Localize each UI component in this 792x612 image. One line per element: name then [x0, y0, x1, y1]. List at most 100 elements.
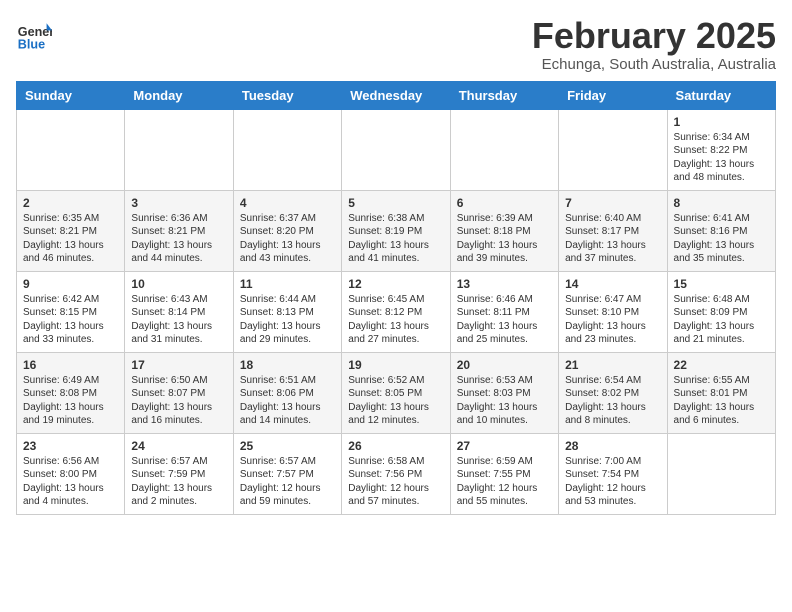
week-row-3: 9 Sunrise: 6:42 AM Sunset: 8:15 PM Daylig…: [17, 271, 776, 352]
day-number: 16: [23, 358, 118, 372]
day-number: 28: [565, 439, 660, 453]
weekday-header-thursday: Thursday: [450, 81, 558, 109]
day-cell: 28 Sunrise: 7:00 AM Sunset: 7:54 PM Dayli…: [559, 433, 667, 514]
day-info: Sunrise: 7:00 AM Sunset: 7:54 PM Dayligh…: [565, 455, 660, 509]
week-row-2: 2 Sunrise: 6:35 AM Sunset: 8:21 PM Daylig…: [17, 190, 776, 271]
week-row-1: 1 Sunrise: 6:34 AM Sunset: 8:22 PM Daylig…: [17, 109, 776, 190]
day-info: Sunrise: 6:45 AM Sunset: 8:12 PM Dayligh…: [348, 293, 443, 347]
weekday-header-row: SundayMondayTuesdayWednesdayThursdayFrid…: [17, 81, 776, 109]
day-info: Sunrise: 6:36 AM Sunset: 8:21 PM Dayligh…: [131, 212, 226, 266]
day-info: Sunrise: 6:34 AM Sunset: 8:22 PM Dayligh…: [674, 131, 769, 185]
day-cell: 18 Sunrise: 6:51 AM Sunset: 8:06 PM Dayli…: [233, 352, 341, 433]
day-number: 27: [457, 439, 552, 453]
day-cell: [559, 109, 667, 190]
day-number: 13: [457, 277, 552, 291]
weekday-header-sunday: Sunday: [17, 81, 125, 109]
day-number: 6: [457, 196, 552, 210]
day-number: 20: [457, 358, 552, 372]
day-cell: 21 Sunrise: 6:54 AM Sunset: 8:02 PM Dayli…: [559, 352, 667, 433]
day-cell: 8Sunrise: 6:41 AM Sunset: 8:16 PM Daylig…: [667, 190, 775, 271]
day-cell: 6 Sunrise: 6:39 AM Sunset: 8:18 PM Daylig…: [450, 190, 558, 271]
day-number: 5: [348, 196, 443, 210]
day-cell: 12 Sunrise: 6:45 AM Sunset: 8:12 PM Dayli…: [342, 271, 450, 352]
day-number: 19: [348, 358, 443, 372]
day-number: 9: [23, 277, 118, 291]
day-info: Sunrise: 6:44 AM Sunset: 8:13 PM Dayligh…: [240, 293, 335, 347]
day-cell: 23 Sunrise: 6:56 AM Sunset: 8:00 PM Dayli…: [17, 433, 125, 514]
day-info: Sunrise: 6:54 AM Sunset: 8:02 PM Dayligh…: [565, 374, 660, 428]
day-info: Sunrise: 6:51 AM Sunset: 8:06 PM Dayligh…: [240, 374, 335, 428]
day-info: Sunrise: 6:53 AM Sunset: 8:03 PM Dayligh…: [457, 374, 552, 428]
day-number: 10: [131, 277, 226, 291]
day-cell: [450, 109, 558, 190]
calendar-table: SundayMondayTuesdayWednesdayThursdayFrid…: [16, 81, 776, 515]
location: Echunga, South Australia, Australia: [532, 56, 776, 73]
month-year: February 2025: [532, 16, 776, 56]
day-cell: 16 Sunrise: 6:49 AM Sunset: 8:08 PM Dayli…: [17, 352, 125, 433]
day-info: Sunrise: 6:58 AM Sunset: 7:56 PM Dayligh…: [348, 455, 443, 509]
day-number: 25: [240, 439, 335, 453]
day-cell: 9 Sunrise: 6:42 AM Sunset: 8:15 PM Daylig…: [17, 271, 125, 352]
day-number: 21: [565, 358, 660, 372]
day-info: Sunrise: 6:47 AM Sunset: 8:10 PM Dayligh…: [565, 293, 660, 347]
day-cell: 2 Sunrise: 6:35 AM Sunset: 8:21 PM Daylig…: [17, 190, 125, 271]
day-info: Sunrise: 6:40 AM Sunset: 8:17 PM Dayligh…: [565, 212, 660, 266]
weekday-header-monday: Monday: [125, 81, 233, 109]
day-cell: 20 Sunrise: 6:53 AM Sunset: 8:03 PM Dayli…: [450, 352, 558, 433]
day-info: Sunrise: 6:41 AM Sunset: 8:16 PM Dayligh…: [674, 212, 769, 266]
day-cell: 11 Sunrise: 6:44 AM Sunset: 8:13 PM Dayli…: [233, 271, 341, 352]
day-info: Sunrise: 6:35 AM Sunset: 8:21 PM Dayligh…: [23, 212, 118, 266]
day-info: Sunrise: 6:55 AM Sunset: 8:01 PM Dayligh…: [674, 374, 769, 428]
day-cell: 13 Sunrise: 6:46 AM Sunset: 8:11 PM Dayli…: [450, 271, 558, 352]
day-cell: 15 Sunrise: 6:48 AM Sunset: 8:09 PM Dayli…: [667, 271, 775, 352]
day-number: 15: [674, 277, 769, 291]
day-info: Sunrise: 6:39 AM Sunset: 8:18 PM Dayligh…: [457, 212, 552, 266]
day-number: 23: [23, 439, 118, 453]
calendar-header: General Blue February 2025 Echunga, Sout…: [16, 16, 776, 73]
day-number: 7: [565, 196, 660, 210]
title-block: February 2025 Echunga, South Australia, …: [532, 16, 776, 73]
day-info: Sunrise: 6:48 AM Sunset: 8:09 PM Dayligh…: [674, 293, 769, 347]
day-info: Sunrise: 6:49 AM Sunset: 8:08 PM Dayligh…: [23, 374, 118, 428]
day-cell: 3 Sunrise: 6:36 AM Sunset: 8:21 PM Daylig…: [125, 190, 233, 271]
day-number: 18: [240, 358, 335, 372]
day-cell: 27Sunrise: 6:59 AM Sunset: 7:55 PM Dayli…: [450, 433, 558, 514]
day-number: 4: [240, 196, 335, 210]
day-cell: 10 Sunrise: 6:43 AM Sunset: 8:14 PM Dayli…: [125, 271, 233, 352]
day-cell: [17, 109, 125, 190]
day-number: 2: [23, 196, 118, 210]
day-info: Sunrise: 6:37 AM Sunset: 8:20 PM Dayligh…: [240, 212, 335, 266]
day-number: 11: [240, 277, 335, 291]
day-cell: 19Sunrise: 6:52 AM Sunset: 8:05 PM Dayli…: [342, 352, 450, 433]
day-cell: 7 Sunrise: 6:40 AM Sunset: 8:17 PM Daylig…: [559, 190, 667, 271]
day-cell: 22 Sunrise: 6:55 AM Sunset: 8:01 PM Dayli…: [667, 352, 775, 433]
day-cell: 5 Sunrise: 6:38 AM Sunset: 8:19 PM Daylig…: [342, 190, 450, 271]
day-number: 17: [131, 358, 226, 372]
day-cell: 26 Sunrise: 6:58 AM Sunset: 7:56 PM Dayli…: [342, 433, 450, 514]
day-number: 3: [131, 196, 226, 210]
day-info: Sunrise: 6:38 AM Sunset: 8:19 PM Dayligh…: [348, 212, 443, 266]
day-info: Sunrise: 6:57 AM Sunset: 7:59 PM Dayligh…: [131, 455, 226, 509]
day-number: 24: [131, 439, 226, 453]
logo: General Blue: [16, 16, 56, 52]
day-cell: 14Sunrise: 6:47 AM Sunset: 8:10 PM Dayli…: [559, 271, 667, 352]
day-number: 1: [674, 115, 769, 129]
weekday-header-tuesday: Tuesday: [233, 81, 341, 109]
day-info: Sunrise: 6:42 AM Sunset: 8:15 PM Dayligh…: [23, 293, 118, 347]
day-cell: 25 Sunrise: 6:57 AM Sunset: 7:57 PM Dayli…: [233, 433, 341, 514]
week-row-4: 16 Sunrise: 6:49 AM Sunset: 8:08 PM Dayli…: [17, 352, 776, 433]
day-cell: [233, 109, 341, 190]
day-info: Sunrise: 6:46 AM Sunset: 8:11 PM Dayligh…: [457, 293, 552, 347]
weekday-header-saturday: Saturday: [667, 81, 775, 109]
day-number: 12: [348, 277, 443, 291]
day-number: 26: [348, 439, 443, 453]
day-cell: 1 Sunrise: 6:34 AM Sunset: 8:22 PM Daylig…: [667, 109, 775, 190]
week-row-5: 23 Sunrise: 6:56 AM Sunset: 8:00 PM Dayli…: [17, 433, 776, 514]
day-info: Sunrise: 6:57 AM Sunset: 7:57 PM Dayligh…: [240, 455, 335, 509]
day-info: Sunrise: 6:50 AM Sunset: 8:07 PM Dayligh…: [131, 374, 226, 428]
day-cell: [342, 109, 450, 190]
day-info: Sunrise: 6:43 AM Sunset: 8:14 PM Dayligh…: [131, 293, 226, 347]
day-number: 22: [674, 358, 769, 372]
day-info: Sunrise: 6:56 AM Sunset: 8:00 PM Dayligh…: [23, 455, 118, 509]
day-cell: [667, 433, 775, 514]
